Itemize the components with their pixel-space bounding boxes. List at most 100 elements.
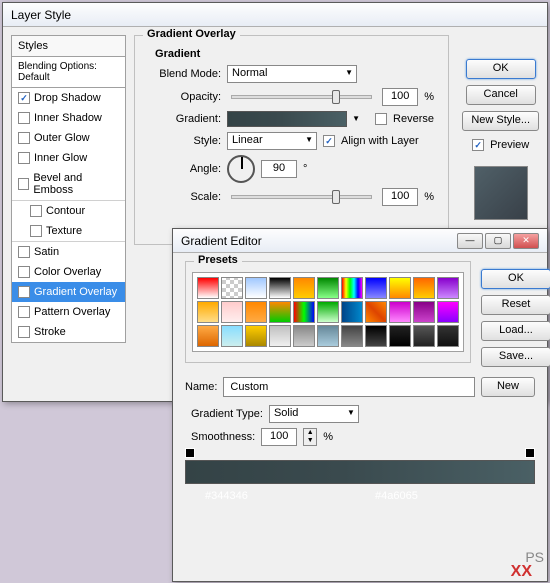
style-item-outer-glow[interactable]: Outer Glow [12, 128, 125, 148]
preset-swatch[interactable] [197, 325, 219, 347]
preset-swatch[interactable] [389, 325, 411, 347]
style-checkbox[interactable] [18, 92, 30, 104]
smoothness-value[interactable]: 100 [261, 428, 297, 446]
gradient-overlay-group: Gradient Overlay Gradient Blend Mode: No… [134, 35, 449, 245]
align-checkbox[interactable] [323, 135, 335, 147]
gradient-type-select[interactable]: Solid [269, 405, 359, 423]
close-icon[interactable]: ✕ [513, 233, 539, 249]
style-checkbox[interactable] [18, 132, 30, 144]
preset-swatch[interactable] [245, 325, 267, 347]
angle-dial[interactable] [227, 155, 255, 183]
preset-swatch[interactable] [221, 277, 243, 299]
ok-button[interactable]: OK [466, 59, 536, 79]
preset-swatch[interactable] [413, 325, 435, 347]
preset-swatch[interactable] [437, 301, 459, 323]
preset-swatch[interactable] [437, 325, 459, 347]
preset-swatch[interactable] [389, 277, 411, 299]
style-item-color-overlay[interactable]: Color Overlay [12, 262, 125, 282]
preset-swatch[interactable] [293, 277, 315, 299]
preset-swatch[interactable] [413, 277, 435, 299]
gradient-swatch[interactable] [227, 111, 347, 127]
preset-swatch[interactable] [317, 325, 339, 347]
style-item-bevel-and-emboss[interactable]: Bevel and Emboss [12, 168, 125, 201]
reverse-label: Reverse [393, 113, 434, 125]
preset-swatch[interactable] [389, 301, 411, 323]
gradient-editor-titlebar[interactable]: Gradient Editor — ▢ ✕ [173, 229, 547, 253]
preset-swatch[interactable] [341, 325, 363, 347]
preset-swatch[interactable] [437, 277, 459, 299]
preset-swatch[interactable] [221, 325, 243, 347]
scale-value[interactable]: 100 [382, 188, 418, 206]
preset-swatch[interactable] [365, 325, 387, 347]
style-checkbox[interactable] [18, 306, 30, 318]
style-checkbox[interactable] [30, 225, 42, 237]
ge-save-button[interactable]: Save... [481, 347, 550, 367]
preset-swatch[interactable] [365, 301, 387, 323]
preset-swatch[interactable] [245, 277, 267, 299]
preset-swatch[interactable] [221, 301, 243, 323]
new-style-button[interactable]: New Style... [462, 111, 539, 131]
preset-swatch[interactable] [293, 301, 315, 323]
opacity-stop-right[interactable] [525, 448, 535, 458]
style-checkbox[interactable] [30, 205, 42, 217]
preview-checkbox[interactable] [472, 139, 484, 151]
style-label: Inner Glow [34, 152, 87, 164]
cancel-button[interactable]: Cancel [466, 85, 536, 105]
ge-reset-button[interactable]: Reset [481, 295, 550, 315]
style-item-gradient-overlay[interactable]: Gradient Overlay [12, 282, 125, 302]
preset-swatch[interactable] [413, 301, 435, 323]
gradient-bar[interactable] [185, 460, 535, 484]
layer-style-titlebar[interactable]: Layer Style [3, 3, 547, 27]
styles-header[interactable]: Styles [12, 36, 125, 57]
preset-swatch[interactable] [365, 277, 387, 299]
new-button[interactable]: New [481, 377, 535, 397]
maximize-icon[interactable]: ▢ [485, 233, 511, 249]
style-label: Color Overlay [34, 266, 101, 278]
minimize-icon[interactable]: — [457, 233, 483, 249]
name-input[interactable] [223, 377, 475, 397]
style-checkbox[interactable] [18, 286, 30, 298]
preset-swatch[interactable] [341, 277, 363, 299]
preset-swatch[interactable] [197, 301, 219, 323]
preset-swatch[interactable] [317, 301, 339, 323]
group-legend: Gradient Overlay [143, 28, 240, 40]
opacity-stop-left[interactable] [185, 448, 195, 458]
preset-swatch[interactable] [293, 325, 315, 347]
ge-ok-button[interactable]: OK [481, 269, 550, 289]
style-item-contour[interactable]: Contour [12, 201, 125, 221]
style-item-texture[interactable]: Texture [12, 221, 125, 242]
preset-swatch[interactable] [269, 277, 291, 299]
style-label: Inner Shadow [34, 112, 102, 124]
style-item-inner-glow[interactable]: Inner Glow [12, 148, 125, 168]
preset-swatch[interactable] [269, 301, 291, 323]
style-checkbox[interactable] [18, 246, 30, 258]
style-item-drop-shadow[interactable]: Drop Shadow [12, 88, 125, 108]
blend-mode-select[interactable]: Normal [227, 65, 357, 83]
blending-options[interactable]: Blending Options: Default [12, 57, 125, 88]
preset-swatch[interactable] [317, 277, 339, 299]
preset-swatch[interactable] [197, 277, 219, 299]
style-checkbox[interactable] [18, 112, 30, 124]
preset-swatch[interactable] [269, 325, 291, 347]
scale-slider[interactable] [231, 195, 372, 199]
style-item-pattern-overlay[interactable]: Pattern Overlay [12, 302, 125, 322]
opacity-value[interactable]: 100 [382, 88, 418, 106]
style-item-satin[interactable]: Satin [12, 242, 125, 262]
reverse-checkbox[interactable] [375, 113, 387, 125]
opacity-slider[interactable] [231, 95, 372, 99]
preset-swatch[interactable] [341, 301, 363, 323]
preview-label: Preview [490, 139, 529, 151]
style-label: Stroke [34, 326, 66, 338]
ge-load-button[interactable]: Load... [481, 321, 550, 341]
style-checkbox[interactable] [18, 178, 29, 190]
style-item-stroke[interactable]: Stroke [12, 322, 125, 342]
angle-value[interactable]: 90 [261, 160, 297, 178]
smoothness-spinner[interactable]: ▲▼ [303, 428, 317, 446]
gradient-type-label: Gradient Type: [191, 408, 263, 420]
style-item-inner-shadow[interactable]: Inner Shadow [12, 108, 125, 128]
preset-swatch[interactable] [245, 301, 267, 323]
style-checkbox[interactable] [18, 266, 30, 278]
style-checkbox[interactable] [18, 326, 30, 338]
style-checkbox[interactable] [18, 152, 30, 164]
style-select[interactable]: Linear [227, 132, 317, 150]
